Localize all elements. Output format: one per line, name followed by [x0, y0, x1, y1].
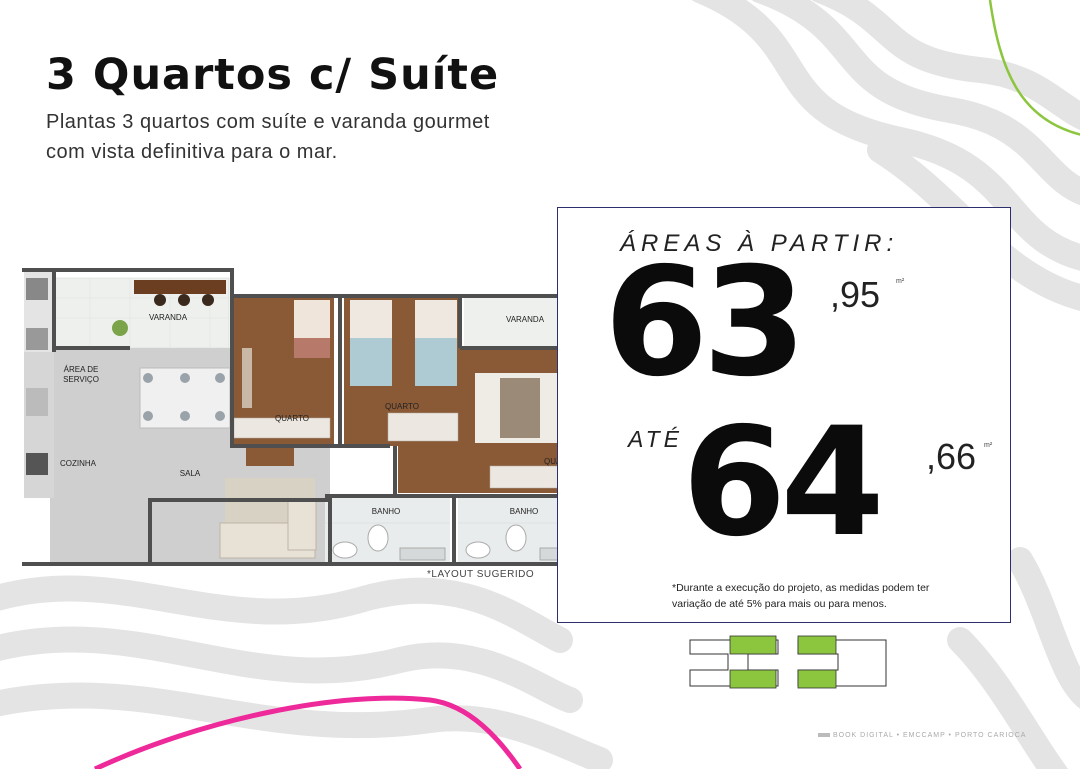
area-to-decimal: ,66 — [926, 436, 977, 477]
area-from-decimal: ,95 — [830, 274, 881, 315]
label-sala: SALA — [180, 469, 201, 478]
label-quarto-2: QUARTO — [385, 402, 419, 411]
disclaimer-line-2: variação de até 5% para mais ou para men… — [672, 598, 887, 610]
subtitle-line-2: com vista definitiva para o mar. — [46, 141, 338, 163]
area-to-unit: m² — [984, 442, 993, 449]
page-title: 3 Quartos c/ Suíte — [46, 50, 500, 100]
area-connector: ATÉ — [628, 426, 684, 452]
layout-note: *LAYOUT SUGERIDO — [427, 569, 535, 580]
subtitle-line-1: Plantas 3 quartos com suíte e varanda go… — [46, 111, 490, 133]
label-varanda-2: VARANDA — [506, 315, 545, 324]
key-unit-1 — [729, 635, 777, 655]
label-quarto-1: QUARTO — [275, 414, 309, 423]
varanda-bench — [134, 280, 226, 294]
footer-logo-icon — [818, 733, 830, 738]
key-unit-3 — [797, 635, 837, 655]
label-banho-1: BANHO — [372, 507, 400, 516]
label-area-servico-1: ÁREA DE — [64, 365, 99, 374]
footer: BOOK DIGITAL • EMCCAMP • PORTO CARIOCA — [818, 732, 1026, 739]
label-cozinha: COZINHA — [60, 459, 97, 468]
key-unit-2 — [729, 669, 777, 689]
area-box: ÁREAS À PARTIR: 63 ,95 m² ATÉ 64 ,66 m² … — [557, 207, 1011, 623]
key-unit-4 — [797, 669, 837, 689]
area-disclaimer: *Durante a execução do projeto, as medid… — [672, 580, 992, 612]
label-varanda-1: VARANDA — [149, 313, 188, 322]
floor-plan: VARANDA VARANDA ÁREA DE SERVIÇO COZINHA … — [20, 268, 592, 566]
cozinha-floor — [24, 348, 54, 498]
area-to-whole: 64 — [682, 396, 885, 570]
area-from-whole: 63 — [604, 236, 807, 410]
footer-text: BOOK DIGITAL • EMCCAMP • PORTO CARIOCA — [833, 732, 1027, 739]
label-banho-2: BANHO — [510, 507, 538, 516]
label-area-servico-2: SERVIÇO — [63, 375, 99, 384]
page-subtitle: Plantas 3 quartos com suíte e varanda go… — [46, 107, 566, 167]
disclaimer-line-1: *Durante a execução do projeto, as medid… — [672, 582, 930, 594]
area-from-unit: m² — [896, 278, 905, 285]
key-plan — [689, 635, 887, 689]
